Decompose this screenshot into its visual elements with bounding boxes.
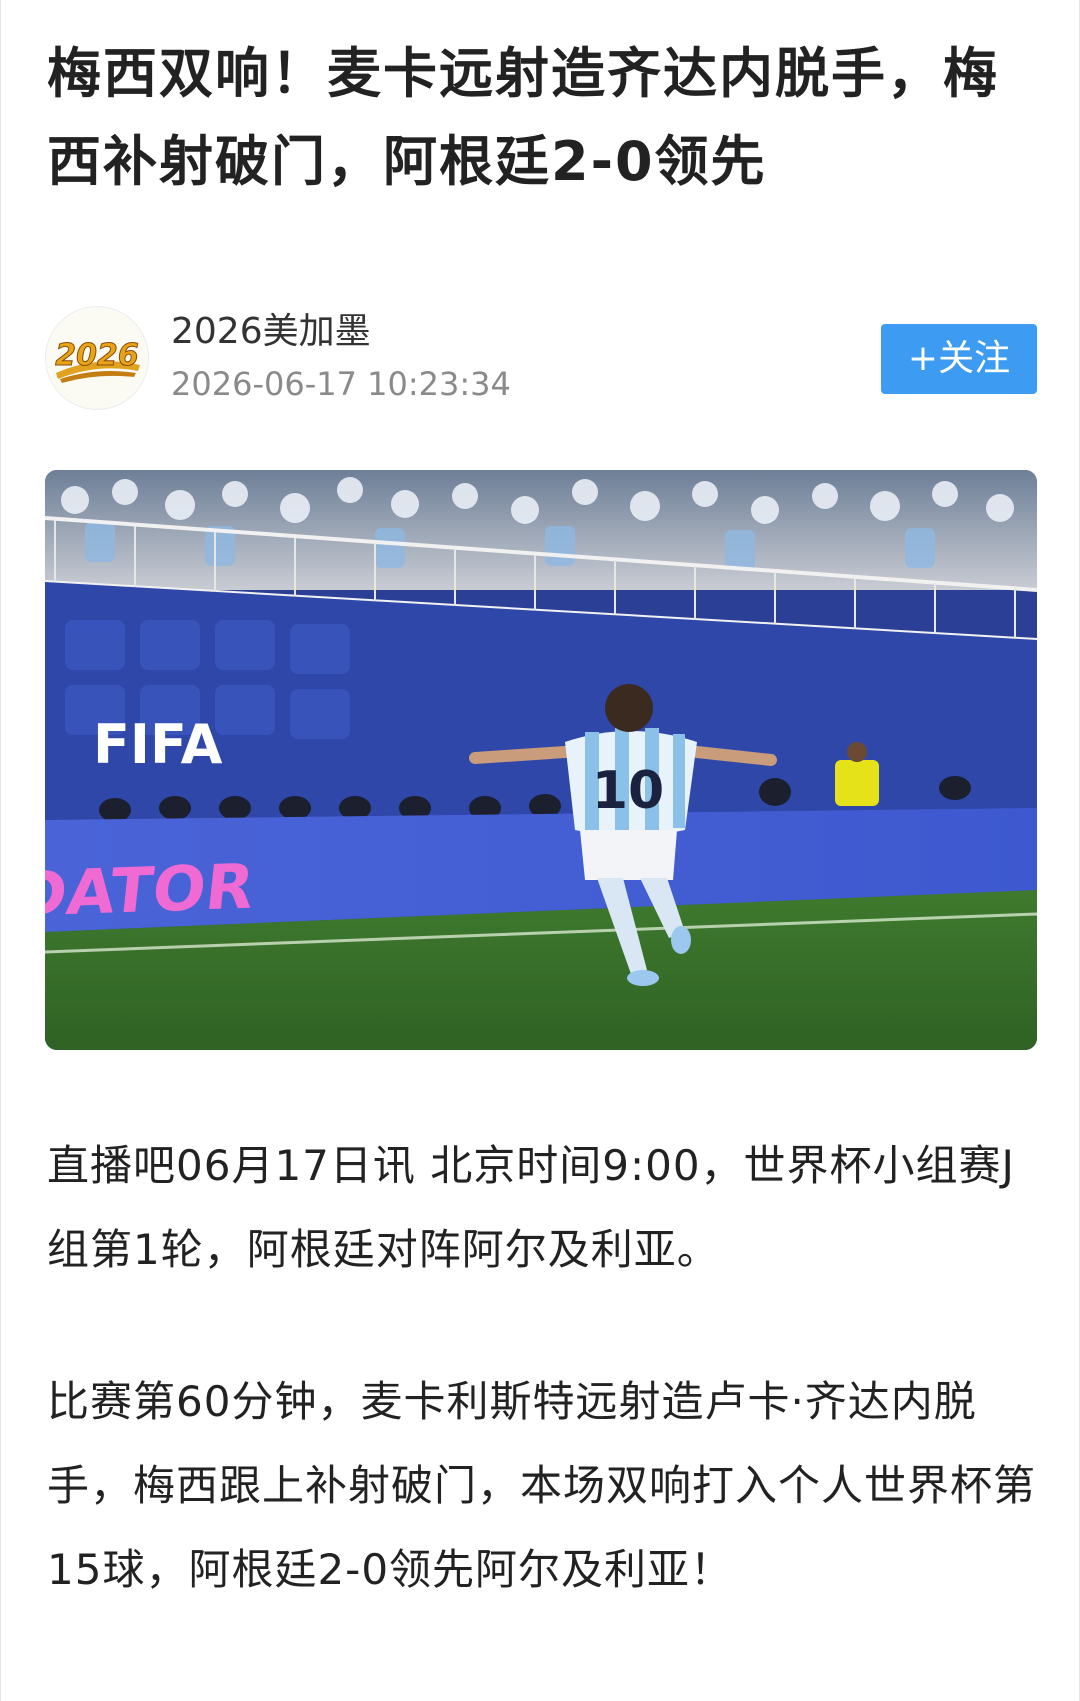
svg-text:DATOR: DATOR xyxy=(45,850,258,931)
match-photo-image: FIFA DATOR 10 xyxy=(45,470,1037,1050)
author-name[interactable]: 2026美加墨 xyxy=(171,310,371,354)
article-paragraph-1: 直播吧06月17日讯 北京时间9:00，世界杯小组赛J组第1轮，阿根廷对阵阿尔及… xyxy=(47,1141,1015,1274)
article-photo[interactable]: FIFA DATOR 10 xyxy=(45,470,1037,1050)
follow-button[interactable]: +关注 xyxy=(881,324,1037,394)
author-bar: 2026 2026美加墨 2026-06-17 10:23:34 +关注 xyxy=(45,306,1037,410)
logo-2026-icon: 2026 xyxy=(47,308,147,408)
publish-time: 2026-06-17 10:23:34 xyxy=(171,365,511,403)
svg-text:2026: 2026 xyxy=(55,338,139,373)
author-avatar[interactable]: 2026 xyxy=(45,306,149,410)
svg-text:FIFA: FIFA xyxy=(93,713,223,776)
article-page: 梅西双响！麦卡远射造齐达内脱手，梅西补射破门，阿根廷2-0领先 2026 202… xyxy=(0,0,1080,1701)
svg-text:10: 10 xyxy=(592,761,664,821)
article-paragraph-2: 比赛第60分钟，麦卡利斯特远射造卢卡·齐达内脱手，梅西跟上补射破门，本场双响打入… xyxy=(47,1377,1037,1594)
article-title: 梅西双响！麦卡远射造齐达内脱手，梅西补射破门，阿根廷2-0领先 xyxy=(47,42,999,193)
